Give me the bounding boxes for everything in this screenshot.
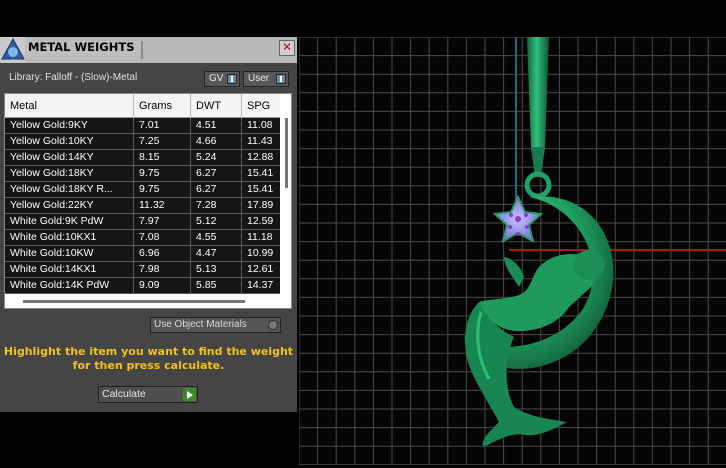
dwt-cell: 6.27	[191, 166, 242, 181]
grams-cell: 7.25	[134, 134, 191, 149]
table-row[interactable]: White Gold:14K PdW 9.09 5.85 14.37	[5, 278, 280, 294]
metal-cell: Yellow Gold:10KY	[5, 134, 134, 149]
metal-weights-panel: METAL WEIGHTS ✕ Library: Falloff - (Slow…	[0, 37, 297, 412]
app-logo-icon	[0, 37, 26, 63]
3d-viewport[interactable]	[299, 37, 726, 465]
horizontal-scrollbar[interactable]	[5, 294, 291, 308]
gv-toggle-button[interactable]: GV	[204, 71, 240, 87]
grams-cell: 9.75	[134, 182, 191, 197]
table-row[interactable]: Yellow Gold:22KY 11.32 7.28 17.89	[5, 198, 280, 214]
metal-weights-table[interactable]: Metal Grams DWT SPG Yellow Gold:9KY 7.01 4…	[4, 93, 292, 309]
library-label: Library: Falloff - (Slow)-Metal	[9, 72, 138, 83]
spg-cell: 12.59	[247, 215, 274, 227]
spg-cell: 11.43	[247, 135, 273, 147]
metal-cell: Yellow Gold:22KY	[5, 198, 134, 213]
grams-cell: 7.01	[134, 118, 191, 133]
viewport-canvas	[299, 37, 726, 465]
toggle-switch-icon	[276, 74, 286, 84]
vertical-scrollbar[interactable]	[281, 94, 291, 294]
metal-cell: Yellow Gold:14KY	[5, 150, 134, 165]
dwt-cell: 4.55	[191, 230, 242, 245]
metal-cell: Yellow Gold:18KY R...	[5, 182, 134, 197]
dwt-cell: 5.12	[191, 214, 242, 229]
table-header: Metal Grams DWT SPG	[5, 94, 280, 118]
table-body: Yellow Gold:9KY 7.01 4.51 11.08 Yellow Gold:…	[5, 118, 280, 294]
dwt-cell: 4.51	[191, 118, 242, 133]
table-row[interactable]: White Gold:10KW 6.96 4.47 10.99	[5, 246, 280, 262]
grams-cell: 6.96	[134, 246, 191, 261]
spg-cell: 12.61	[247, 263, 274, 275]
dwt-cell: 5.24	[191, 150, 242, 165]
dwt-cell: 5.85	[191, 278, 242, 293]
use-object-materials-checkbox[interactable]: Use Object Materials	[150, 317, 281, 333]
spg-cell: 10.99	[247, 247, 274, 259]
horizontal-scroll-thumb[interactable]	[23, 300, 245, 303]
metal-cell: White Gold:10KW	[5, 246, 134, 261]
metal-cell: Yellow Gold:9KY	[5, 118, 134, 133]
use-object-materials-label: Use Object Materials	[154, 319, 247, 330]
spg-cell: 15.41	[247, 167, 274, 179]
dwt-cell: 5.13	[191, 262, 242, 277]
grams-cell: 8.15	[134, 150, 191, 165]
panel-bottom-area	[0, 412, 297, 468]
metal-cell: White Gold:9K PdW	[5, 214, 134, 229]
metal-cell: White Gold:14K PdW	[5, 278, 134, 293]
instruction-line-2: for then press calculate.	[72, 359, 225, 372]
panel-titlebar[interactable]: METAL WEIGHTS ✕	[0, 37, 297, 63]
spg-cell: 11.18	[247, 231, 273, 243]
spg-cell: 15.41	[247, 183, 274, 195]
table-row[interactable]: Yellow Gold:9KY 7.01 4.51 11.08	[5, 118, 280, 134]
column-header-dwt[interactable]: DWT	[191, 94, 242, 118]
dwt-cell: 4.66	[191, 134, 242, 149]
toggle-switch-icon	[227, 74, 237, 84]
table-row[interactable]: White Gold:9K PdW 7.97 5.12 12.59	[5, 214, 280, 230]
table-row[interactable]: Yellow Gold:18KY R... 9.75 6.27 15.41	[5, 182, 280, 198]
instruction-line-1: Highlight the item you want to find the …	[3, 345, 294, 358]
table-row[interactable]: Yellow Gold:18KY 9.75 6.27 15.41	[5, 166, 280, 182]
gv-toggle-label: GV	[209, 73, 224, 84]
play-arrow-icon	[183, 388, 196, 401]
grams-cell: 9.75	[134, 166, 191, 181]
table-row[interactable]: Yellow Gold:14KY 8.15 5.24 12.88	[5, 150, 280, 166]
instruction-text: Highlight the item you want to find the …	[0, 345, 297, 373]
metal-cell: White Gold:10KX1	[5, 230, 134, 245]
panel-title: METAL WEIGHTS	[25, 41, 143, 59]
metal-cell: Yellow Gold:18KY	[5, 166, 134, 181]
column-header-spg[interactable]: SPG	[242, 94, 280, 118]
metal-cell: White Gold:14KX1	[5, 262, 134, 277]
grams-cell: 7.97	[134, 214, 191, 229]
grams-cell: 9.09	[134, 278, 191, 293]
vertical-scroll-thumb[interactable]	[285, 118, 288, 188]
table-row[interactable]: Yellow Gold:10KY 7.25 4.66 11.43	[5, 134, 280, 150]
spg-cell: 12.88	[247, 151, 274, 163]
grams-cell: 11.32	[134, 198, 191, 213]
table-row[interactable]: White Gold:14KX1 7.98 5.13 12.61	[5, 262, 280, 278]
column-header-metal[interactable]: Metal	[5, 94, 134, 118]
spg-cell: 14.37	[247, 279, 274, 291]
grams-cell: 7.08	[134, 230, 191, 245]
spg-cell: 17.89	[247, 199, 274, 211]
dwt-cell: 4.47	[191, 246, 242, 261]
checkbox-icon	[268, 320, 278, 330]
close-button[interactable]: ✕	[279, 40, 295, 56]
table-row[interactable]: White Gold:10KX1 7.08 4.55 11.18	[5, 230, 280, 246]
dwt-cell: 7.28	[191, 198, 242, 213]
user-toggle-label: User	[248, 73, 270, 84]
viewport-top-strip	[299, 0, 726, 37]
calculate-button[interactable]: Calculate	[98, 386, 198, 403]
dwt-cell: 6.27	[191, 182, 242, 197]
calculate-label: Calculate	[102, 388, 146, 400]
grams-cell: 7.98	[134, 262, 191, 277]
user-toggle-button[interactable]: User	[243, 71, 289, 87]
column-header-grams[interactable]: Grams	[134, 94, 191, 118]
spg-cell: 11.08	[247, 119, 273, 131]
